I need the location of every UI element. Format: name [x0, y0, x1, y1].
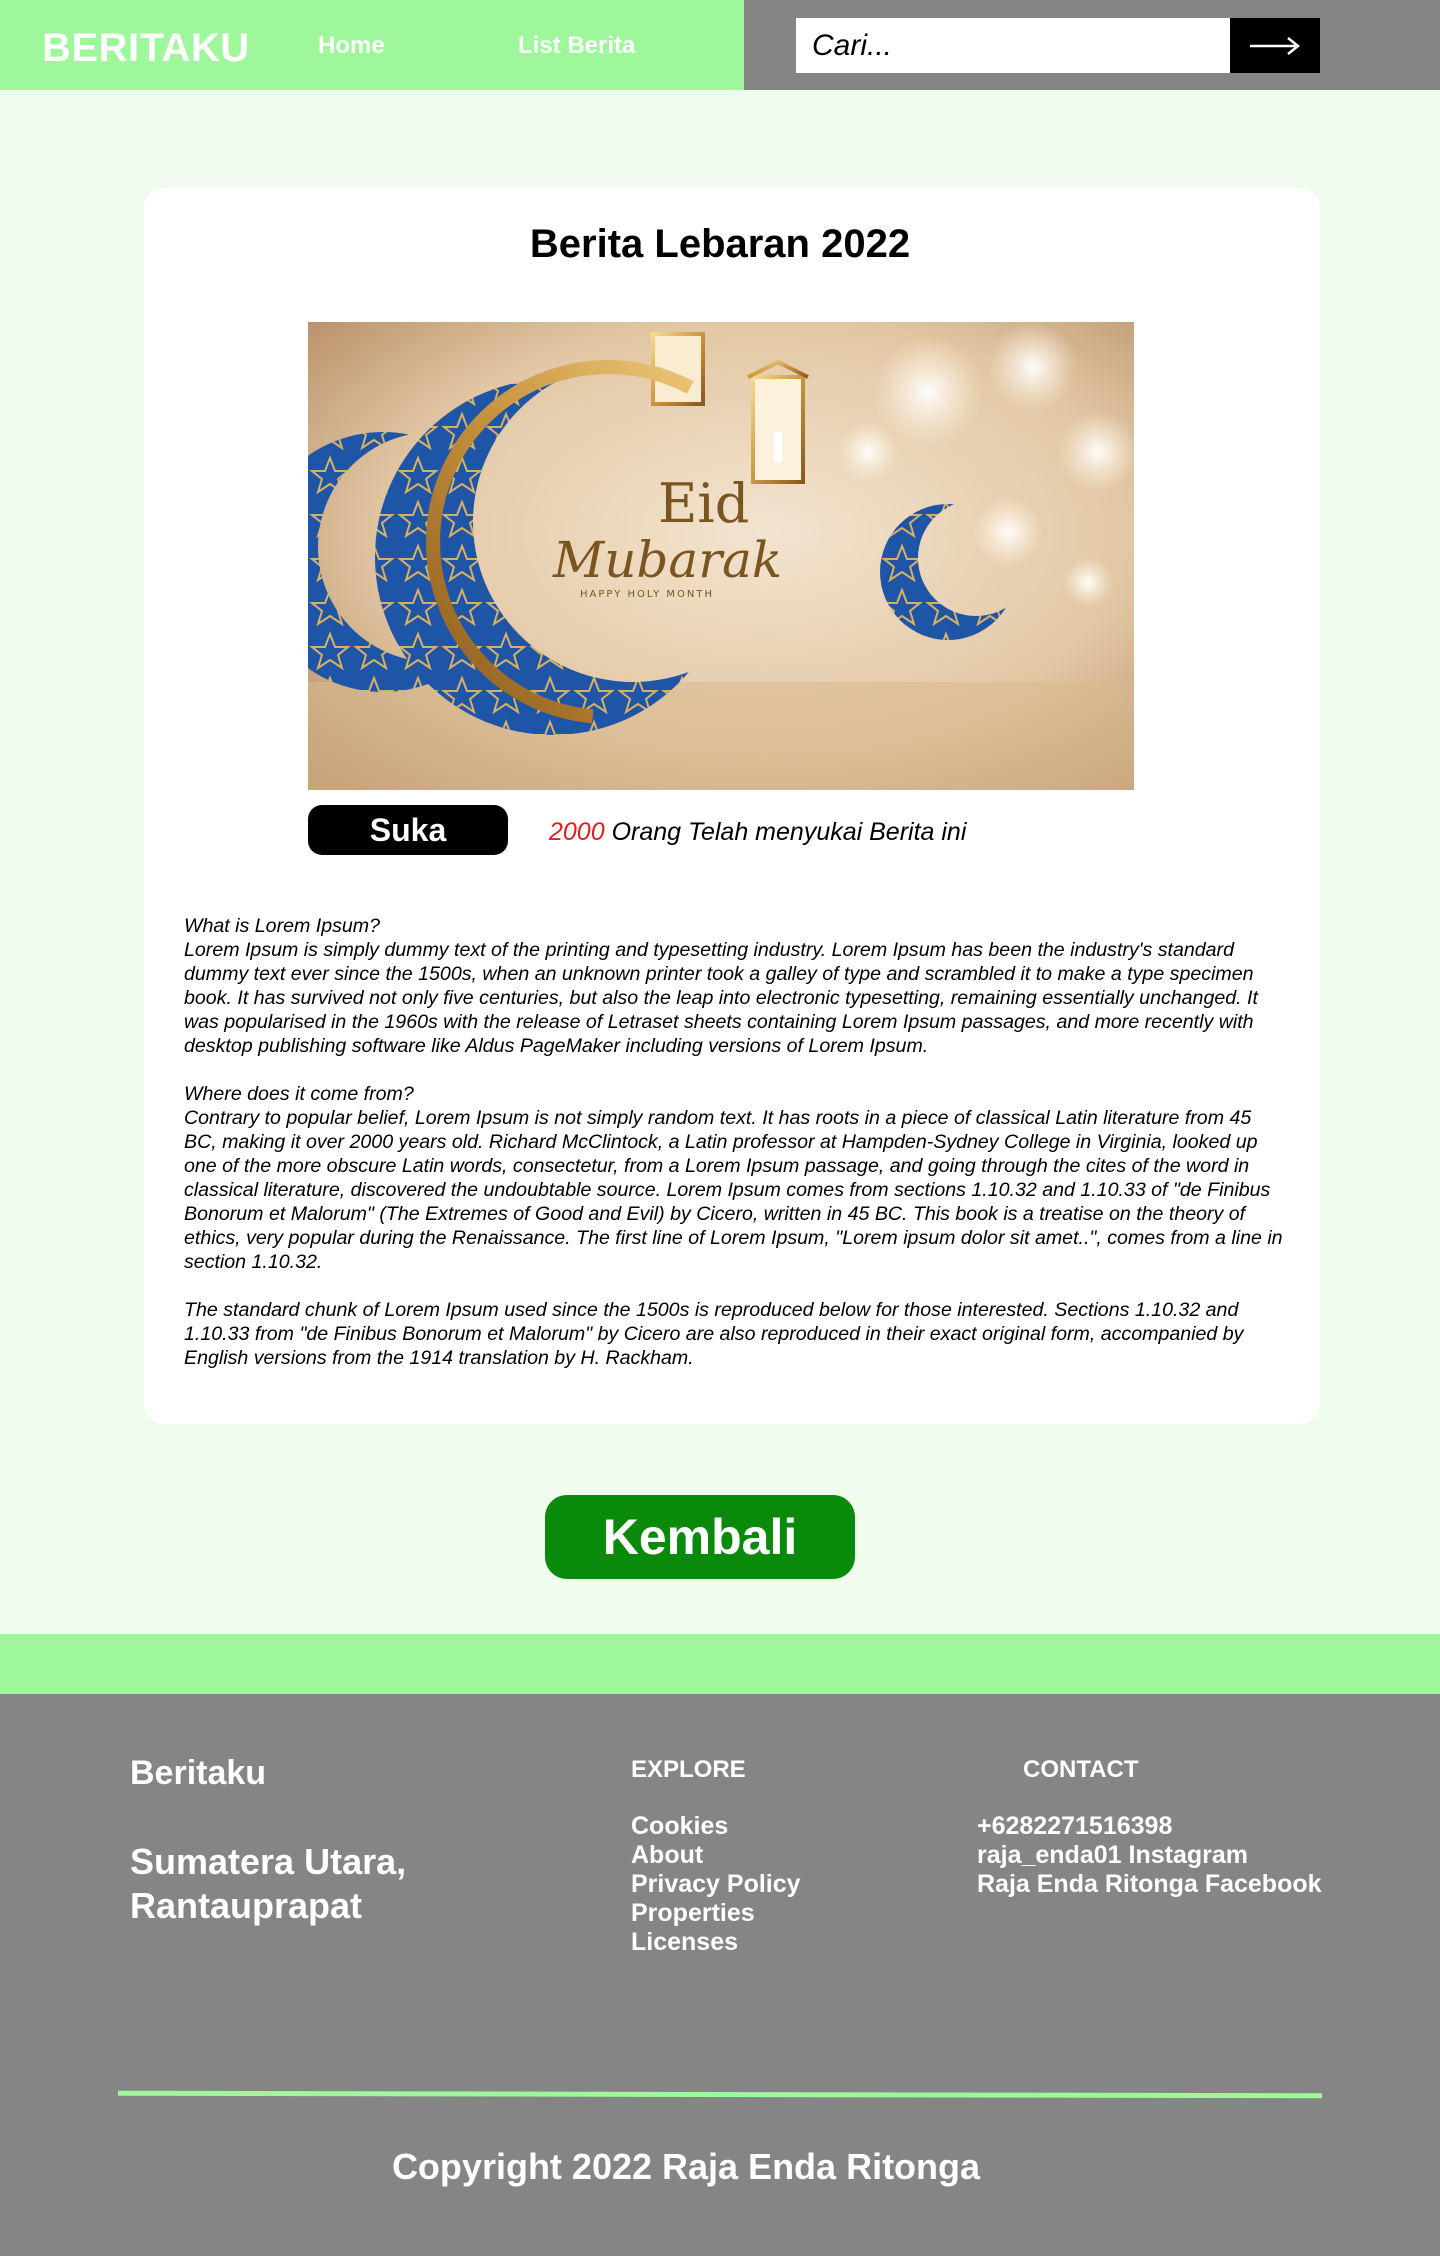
- footer-contact-heading: CONTACT: [1023, 1756, 1139, 1783]
- footer-explore-heading: EXPLORE: [631, 1756, 746, 1783]
- footer-link-cookies[interactable]: Cookies: [631, 1812, 728, 1840]
- brand-logo[interactable]: BERITAKU: [42, 26, 250, 71]
- footer-link-licenses[interactable]: Licenses: [631, 1928, 738, 1956]
- like-count-text: 2000 Orang Telah menyukai Berita ini: [549, 818, 966, 847]
- footer: Beritaku Sumatera Utara, Rantauprapat EX…: [0, 1694, 1440, 2256]
- contact-instagram-handle: raja_enda01: [977, 1841, 1122, 1869]
- footer-link-properties[interactable]: Properties: [631, 1899, 755, 1927]
- nav-link-home[interactable]: Home: [318, 32, 385, 60]
- search-button[interactable]: [1230, 18, 1320, 73]
- facebook-link[interactable]: Facebook: [1205, 1870, 1322, 1898]
- svg-text:Mubarak: Mubarak: [552, 531, 782, 589]
- like-button[interactable]: Suka: [308, 805, 508, 855]
- footer-divider: [117, 2090, 1323, 2099]
- article-paragraph: The standard chunk of Lorem Ipsum used s…: [184, 1299, 1244, 1369]
- back-button[interactable]: Kembali: [545, 1495, 855, 1579]
- navbar: BERITAKU Home List Berita: [0, 0, 1440, 90]
- contact-phone: +6282271516398: [977, 1812, 1173, 1840]
- svg-text:Eid: Eid: [658, 472, 749, 535]
- article-body: What is Lorem Ipsum? Lorem Ipsum is simp…: [184, 914, 1284, 1394]
- copyright: Copyright 2022 Raja Enda Ritonga: [391, 2146, 981, 2187]
- like-count: 2000: [549, 818, 605, 846]
- article-image: Eid Mubarak HAPPY HOLY MONTH: [308, 322, 1134, 790]
- footer-contact-list: +6282271516398 raja_enda01 Instagram Raj…: [977, 1812, 1322, 1899]
- nav-link-list-berita[interactable]: List Berita: [518, 32, 635, 60]
- footer-link-about[interactable]: About: [631, 1841, 703, 1869]
- article-paragraph: Where does it come from? Contrary to pop…: [184, 1083, 1283, 1273]
- instagram-link[interactable]: Instagram: [1129, 1841, 1248, 1869]
- arrow-right-icon: [1250, 36, 1301, 55]
- footer-band: [0, 1634, 1440, 1694]
- footer-link-privacy-policy[interactable]: Privacy Policy: [631, 1870, 801, 1898]
- contact-facebook-name: Raja Enda Ritonga: [977, 1870, 1198, 1898]
- footer-address: Sumatera Utara, Rantauprapat: [130, 1841, 407, 1926]
- navbar-left: BERITAKU Home List Berita: [0, 0, 744, 90]
- footer-explore-list: Cookies About Privacy Policy Properties …: [631, 1812, 801, 1957]
- article-title: Berita Lebaran 2022: [529, 222, 911, 266]
- search-input[interactable]: [796, 18, 1230, 73]
- footer-brand: Beritaku: [130, 1754, 267, 1792]
- article-paragraph: What is Lorem Ipsum? Lorem Ipsum is simp…: [184, 915, 1258, 1057]
- article-card: Berita Lebaran 2022 Eid Mubarak HAPPY HO…: [144, 188, 1320, 1424]
- svg-text:HAPPY HOLY MONTH: HAPPY HOLY MONTH: [580, 589, 714, 600]
- like-label: Orang Telah menyukai Berita ini: [604, 818, 967, 846]
